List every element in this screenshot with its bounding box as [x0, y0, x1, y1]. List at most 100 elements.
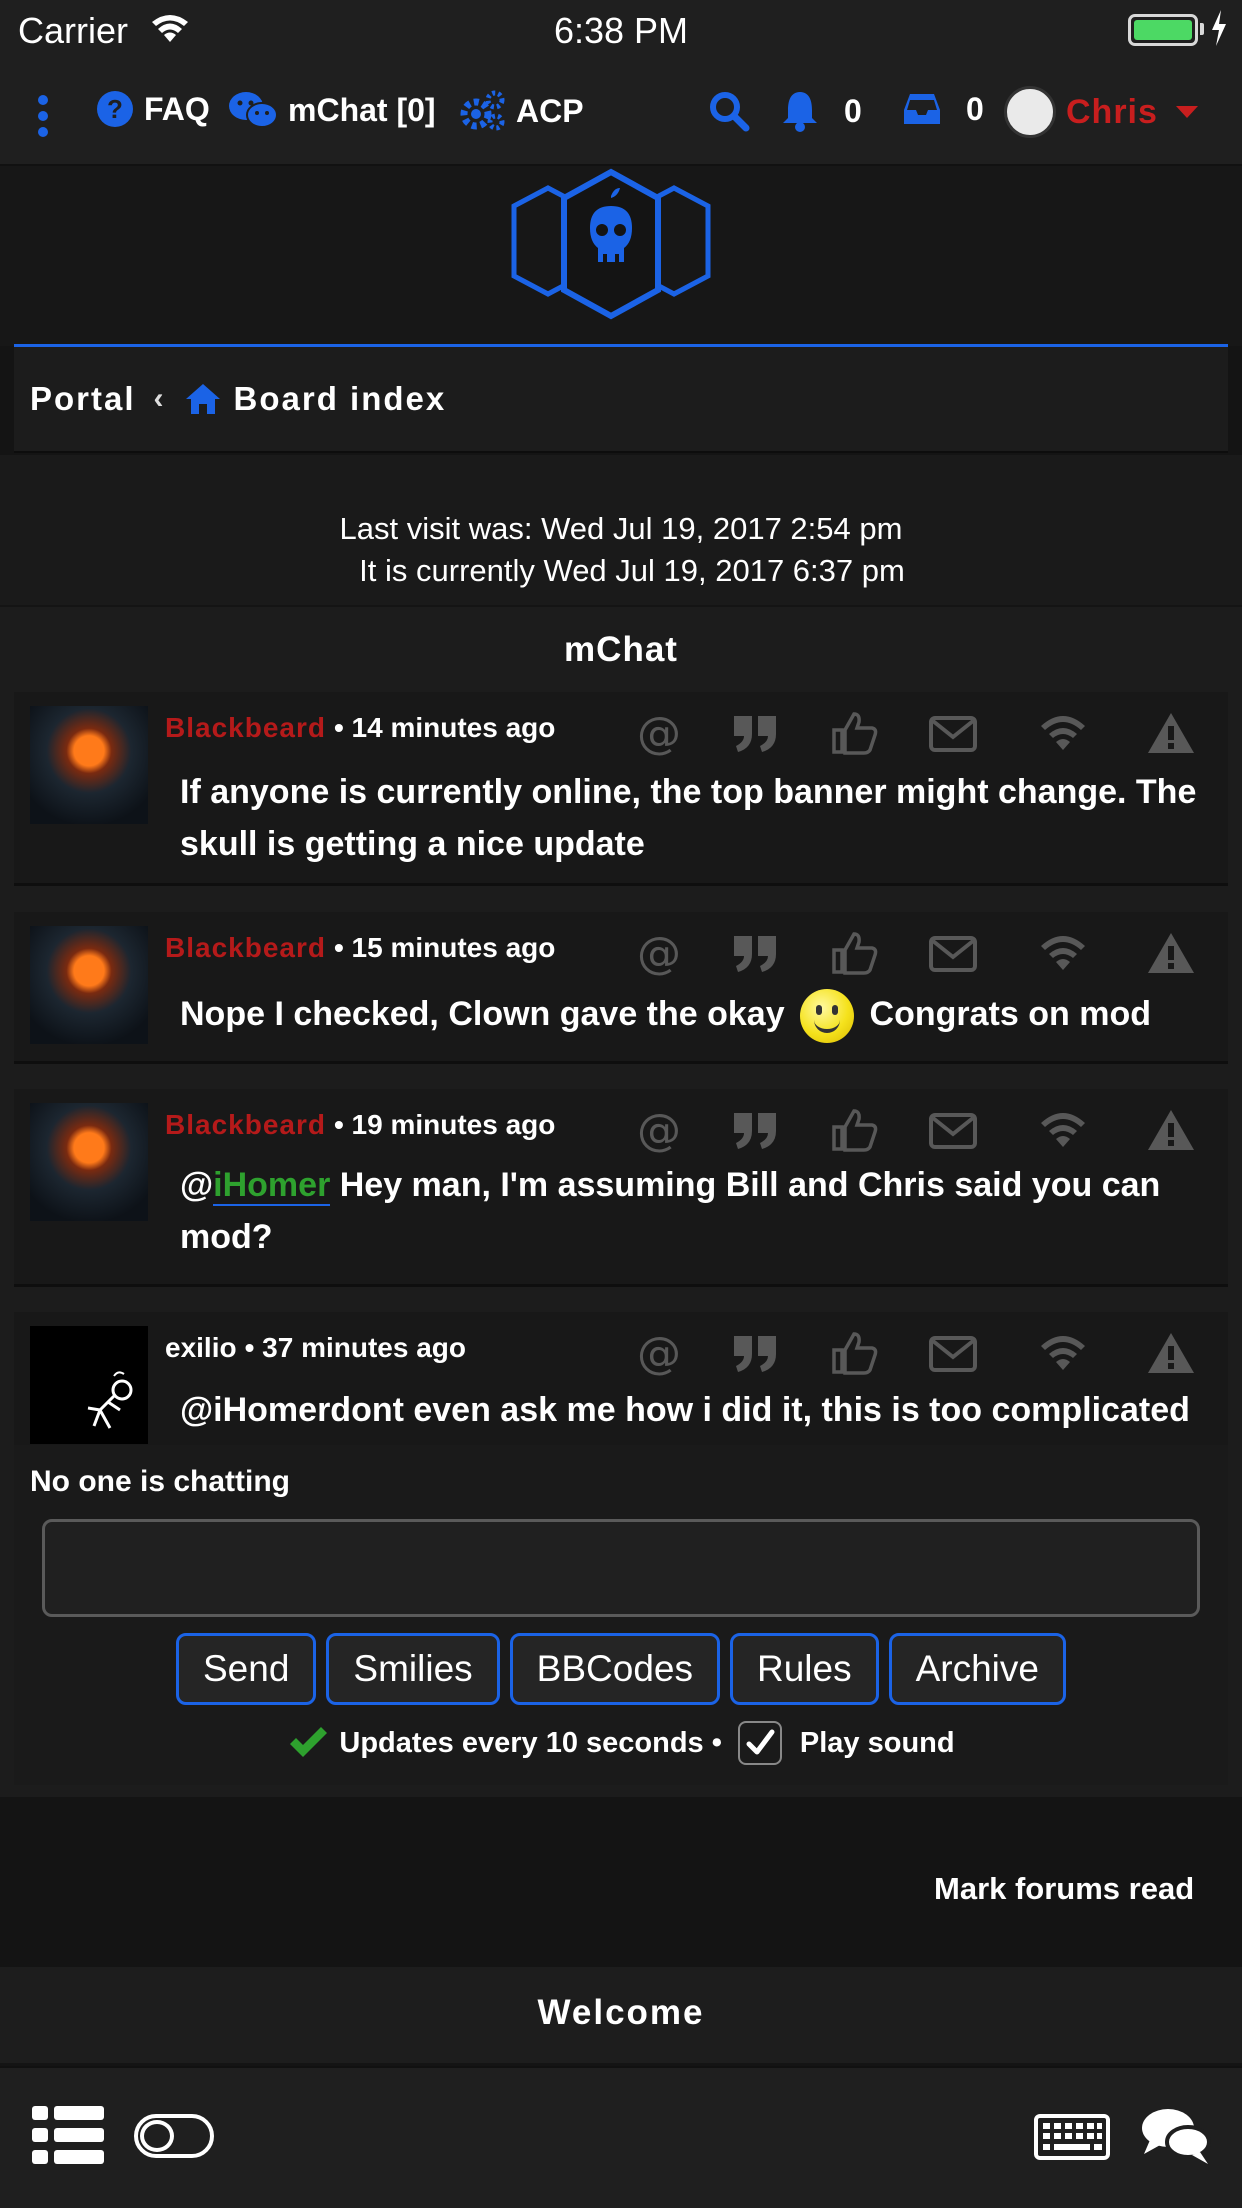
- breadcrumb: Portal ‹ Board index: [14, 347, 1228, 453]
- chat-message-input[interactable]: [42, 1519, 1200, 1617]
- mchat-title: mChat: [564, 630, 678, 669]
- mention-icon[interactable]: @: [634, 1105, 684, 1156]
- warning-icon[interactable]: [1146, 710, 1196, 756]
- mention-at: @: [180, 1166, 214, 1204]
- skull-hexagon-logo[interactable]: [486, 166, 736, 326]
- envelope-icon[interactable]: [928, 1107, 978, 1153]
- rules-button[interactable]: Rules: [729, 1633, 879, 1705]
- mention-icon[interactable]: @: [634, 708, 684, 759]
- chat-message: Blackbeard • 15 minutes ago @ Nope I che…: [14, 912, 1228, 1064]
- bbcodes-button[interactable]: BBCodes: [509, 1633, 720, 1705]
- chat-button-row: Send Smilies BBCodes Rules Archive: [14, 1633, 1228, 1705]
- svg-text:@: @: [637, 1107, 681, 1153]
- checkbox-check-icon: [746, 1729, 775, 1755]
- gears-icon: [460, 90, 505, 131]
- quote-icon[interactable]: [730, 1107, 780, 1153]
- chat-message: Blackbeard • 19 minutes ago @ @iHomer He…: [14, 1089, 1228, 1287]
- wifi-ip-icon[interactable]: [1038, 710, 1088, 756]
- message-time: • 14 minutes ago: [333, 712, 556, 743]
- quote-icon[interactable]: [730, 710, 780, 756]
- thumbs-up-icon[interactable]: [830, 1107, 880, 1153]
- avatar[interactable]: [30, 1326, 148, 1444]
- user-mention-link[interactable]: iHomer: [213, 1166, 331, 1206]
- message-header: exilio • 37 minutes ago: [165, 1332, 466, 1364]
- toggle-icon[interactable]: [134, 2114, 214, 2158]
- charging-icon: [1212, 10, 1226, 46]
- avatar[interactable]: [30, 926, 148, 1044]
- inbox-button[interactable]: 0: [902, 90, 984, 128]
- welcome-section: Welcome: [0, 1967, 1242, 2063]
- message-header: Blackbeard • 19 minutes ago: [165, 1109, 555, 1141]
- user-menu[interactable]: Chris: [1004, 86, 1200, 138]
- battery-tip: [1200, 23, 1204, 35]
- top-navbar: ? FAQ mChat [0] ACP 0 0 Chris: [0, 60, 1242, 166]
- breadcrumb-board-index[interactable]: Board index: [184, 380, 447, 418]
- svg-text:@: @: [637, 710, 681, 756]
- message-author[interactable]: Blackbeard: [165, 712, 326, 744]
- welcome-title: Welcome: [537, 1993, 705, 2032]
- checkmark-icon: [290, 1727, 328, 1757]
- menu-kebab-icon[interactable]: [34, 94, 52, 138]
- comments-icon[interactable]: [1140, 2106, 1212, 2166]
- chatting-status: No one is chatting: [30, 1465, 291, 1498]
- breadcrumb-separator: ‹: [153, 382, 166, 415]
- wifi-ip-icon[interactable]: [1038, 1107, 1088, 1153]
- mchat-link[interactable]: mChat [0]: [228, 90, 436, 130]
- keyboard-icon[interactable]: [1034, 2114, 1110, 2160]
- last-visit-text: Last visit was: Wed Jul 19, 2017 2:54 pm: [339, 511, 903, 546]
- message-text: If anyone is currently online, the top b…: [180, 773, 1197, 863]
- envelope-icon[interactable]: [928, 930, 978, 976]
- current-time-text: It is currently Wed Jul 19, 2017 6:37 pm: [359, 553, 905, 588]
- search-button[interactable]: [708, 90, 750, 132]
- message-author[interactable]: Blackbeard: [165, 1109, 326, 1141]
- play-sound-checkbox[interactable]: [737, 1721, 782, 1765]
- warning-icon[interactable]: [1146, 1330, 1196, 1376]
- quote-icon[interactable]: [730, 930, 780, 976]
- thumbs-up-icon[interactable]: [830, 930, 880, 976]
- battery-icon: [1128, 14, 1198, 46]
- updates-text: Updates every 10 seconds •: [339, 1726, 722, 1759]
- thumbs-up-icon[interactable]: [830, 710, 880, 756]
- notifications-button[interactable]: 0: [780, 90, 862, 132]
- smilies-button[interactable]: Smilies: [326, 1633, 500, 1705]
- play-sound-label[interactable]: Play sound: [800, 1727, 955, 1760]
- faq-link[interactable]: ? FAQ: [96, 90, 210, 128]
- mention-icon[interactable]: @: [634, 928, 684, 979]
- list-icon[interactable]: [32, 2106, 104, 2164]
- username: Chris: [1066, 92, 1158, 131]
- chat-message: exilio • 37 minutes ago @ @iHomerdont ev…: [14, 1312, 1228, 1452]
- wifi-ip-icon[interactable]: [1038, 1330, 1088, 1376]
- board-index-label: Board index: [233, 380, 447, 417]
- caret-down-icon: [1175, 106, 1198, 118]
- acp-link[interactable]: ACP: [460, 90, 584, 132]
- avatar[interactable]: [30, 1103, 148, 1221]
- envelope-icon[interactable]: [928, 710, 978, 756]
- bell-icon: [783, 92, 817, 132]
- quote-icon[interactable]: [730, 1330, 780, 1376]
- chat-message: Blackbeard • 14 minutes ago @ If anyone …: [14, 692, 1228, 886]
- send-button[interactable]: Send: [176, 1633, 317, 1705]
- mark-forums-read-link[interactable]: Mark forums read: [934, 1871, 1194, 1907]
- message-text-part: Nope I checked, Clown gave the okay: [180, 995, 785, 1033]
- avatar[interactable]: [30, 706, 148, 824]
- wechat-icon: [229, 92, 278, 128]
- chat-footer: Updates every 10 seconds • Play sound: [14, 1721, 1228, 1765]
- svg-text:@: @: [637, 930, 681, 976]
- warning-icon[interactable]: [1146, 930, 1196, 976]
- message-author[interactable]: Blackbeard: [165, 932, 326, 964]
- message-text: @iHomerdont even ask me how i did it, th…: [180, 1391, 1190, 1429]
- status-bar: Carrier 6:38 PM: [0, 0, 1242, 60]
- warning-icon[interactable]: [1146, 1107, 1196, 1153]
- breadcrumb-portal[interactable]: Portal: [30, 380, 136, 418]
- message-author[interactable]: exilio: [165, 1332, 237, 1364]
- faq-label: FAQ: [144, 90, 210, 127]
- acp-label: ACP: [516, 92, 584, 129]
- envelope-icon[interactable]: [928, 1330, 978, 1376]
- message-actions: @: [634, 708, 1214, 759]
- wifi-ip-icon[interactable]: [1038, 930, 1088, 976]
- visit-info: Last visit was: Wed Jul 19, 2017 2:54 pm…: [0, 455, 1242, 605]
- thumbs-up-icon[interactable]: [830, 1330, 880, 1376]
- smiley-icon: [800, 989, 855, 1044]
- mention-icon[interactable]: @: [634, 1328, 684, 1379]
- archive-button[interactable]: Archive: [888, 1633, 1066, 1705]
